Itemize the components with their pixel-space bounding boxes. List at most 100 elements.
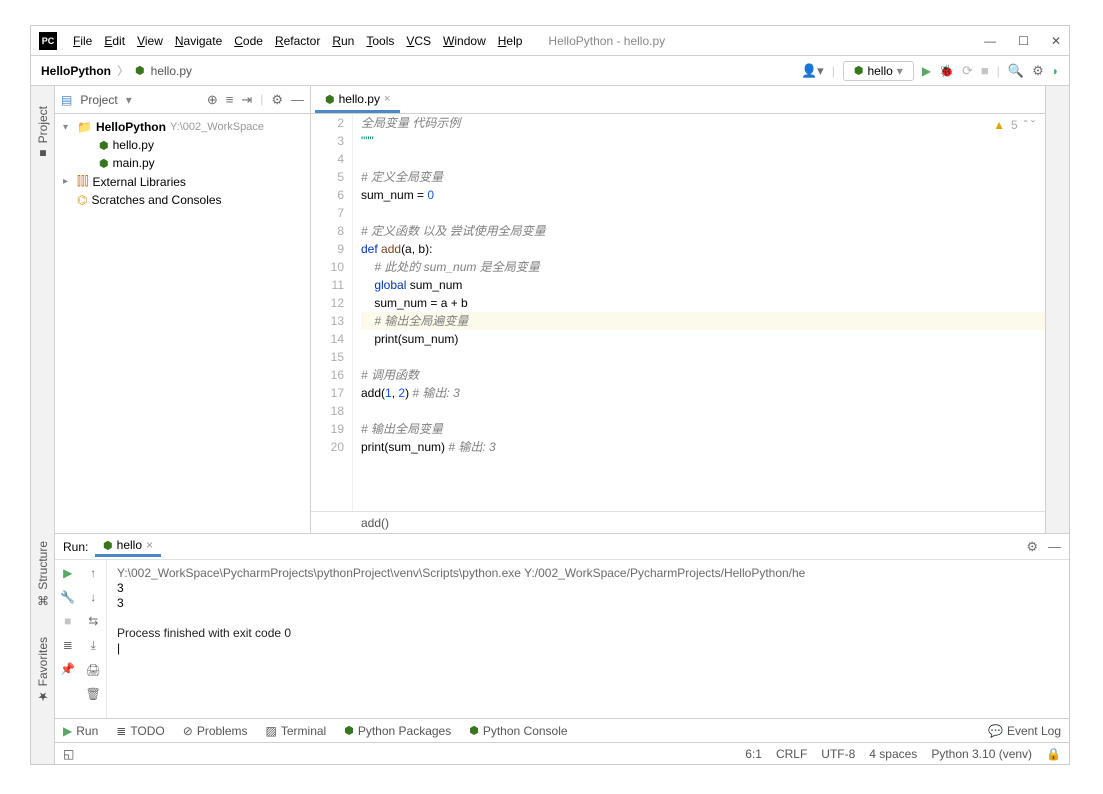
print-icon[interactable]: 🖨 [86,663,101,677]
menu-edit[interactable]: Edit [100,32,129,50]
close-icon[interactable]: ✕ [1051,34,1061,48]
menu-window[interactable]: Window [439,32,490,50]
code-line[interactable]: # 调用函数 [361,366,1045,384]
terminal-tool-button[interactable]: ▨Terminal [266,724,327,738]
search-icon[interactable]: 🔍 [1008,63,1024,79]
code-line[interactable]: sum_num = 0 [361,186,1045,204]
interpreter[interactable]: Python 3.10 (venv) [931,747,1032,761]
code-line[interactable]: print(sum_num) [361,330,1045,348]
coverage-button[interactable]: ⟳ [962,63,973,79]
project-tree[interactable]: ▾📁 HelloPython Y:\002_WorkSpace ⬢hello.p… [55,114,310,213]
pyconsole-tool-button[interactable]: ⬢Python Console [469,724,567,738]
right-tool-strip [1045,86,1069,533]
code-line[interactable]: # 此处的 sum_num 是全局变量 [361,258,1045,276]
line-separator[interactable]: CRLF [776,747,807,761]
caret-position[interactable]: 6:1 [745,747,762,761]
tree-root[interactable]: ▾📁 HelloPython Y:\002_WorkSpace [55,118,310,136]
code-line[interactable]: 全局变量 代码示例 [361,114,1045,132]
project-panel-title[interactable]: Project [80,93,117,107]
lock-icon[interactable]: 🔒 [1046,747,1061,761]
favorites-tool-button[interactable]: ★ Favorites [36,637,50,704]
tree-file[interactable]: ⬢main.py [55,154,310,172]
menu-refactor[interactable]: Refactor [271,32,324,50]
bottom-tool-strip: ▶Run ≣TODO ⊘Problems ▨Terminal ⬢Python P… [55,718,1069,742]
structure-tool-button[interactable]: ⌘ Structure [36,541,50,607]
run-button[interactable]: ▶ [922,64,931,78]
code-line[interactable]: # 定义函数 以及 尝试使用全局变量 [361,222,1045,240]
code-line[interactable]: """ [361,132,1045,150]
tree-external-libraries[interactable]: ▸⫿⫿⫿ External Libraries [55,172,310,191]
code-line[interactable] [361,204,1045,222]
run-tab[interactable]: ⬢hello × [95,536,161,557]
hide-icon[interactable]: — [1048,539,1061,555]
status-ws-icon[interactable]: ◱ [63,747,74,761]
menubar[interactable]: FileEditViewNavigateCodeRefactorRunTools… [69,32,526,50]
eventlog-tool-button[interactable]: 💬Event Log [988,724,1061,738]
code-line[interactable]: print(sum_num) # 输出: 3 [361,438,1045,456]
indent[interactable]: 4 spaces [869,747,917,761]
menu-help[interactable]: Help [494,32,527,50]
delete-icon[interactable]: 🗑 [86,687,101,701]
run-tool-window: Run: ⬢hello × ⚙ — ▶ 🔧 [55,533,1069,718]
warning-icon: ▲ [993,118,1005,132]
settings-icon[interactable]: ⚙ [1032,63,1044,79]
code-line[interactable] [361,402,1045,420]
code-line[interactable] [361,150,1045,168]
wrench-icon[interactable]: 🔧 [60,590,75,604]
code-editor[interactable]: ▲ 5 ˆ ˇ 234567891011121314151617181920 全… [311,114,1045,511]
maximize-icon[interactable]: ☐ [1018,34,1029,48]
gear-icon[interactable]: ⚙ [1026,539,1038,555]
tree-file[interactable]: ⬢hello.py [55,136,310,154]
breadcrumb-project[interactable]: HelloPython [41,64,111,78]
menu-view[interactable]: View [133,32,167,50]
user-icon[interactable]: 👤▾ [801,63,824,79]
project-view-icon: ▤ [61,93,72,107]
expand-icon[interactable]: ≡ [226,92,234,108]
menu-vcs[interactable]: VCS [402,32,435,50]
hide-icon[interactable]: — [291,92,304,108]
debug-button[interactable]: 🐞 [939,64,954,78]
down-icon[interactable]: ↓ [90,590,96,604]
locate-icon[interactable]: ⊕ [207,92,218,108]
up-icon[interactable]: ↑ [90,566,96,580]
packages-tool-button[interactable]: ⬢Python Packages [344,724,451,738]
code-line[interactable]: def add(a, b): [361,240,1045,258]
pin-icon[interactable]: 📌 [60,662,75,676]
close-tab-icon[interactable]: × [146,538,153,552]
file-encoding[interactable]: UTF-8 [821,747,855,761]
minimize-icon[interactable]: — [984,34,996,48]
menu-file[interactable]: File [69,32,96,50]
editor-tab[interactable]: ⬢ hello.py × [315,88,400,113]
layout-icon[interactable]: ≣ [63,638,73,652]
code-line[interactable]: # 输出全局遍变量 [361,312,1045,330]
problems-tool-button[interactable]: ⊘Problems [183,724,248,738]
code-line[interactable]: # 输出全局变量 [361,420,1045,438]
inspection-widget[interactable]: ▲ 5 ˆ ˇ [993,118,1035,132]
menu-navigate[interactable]: Navigate [171,32,226,50]
scroll-icon[interactable]: ⤓ [91,638,96,653]
ide-badge-icon[interactable]: ◗ [1052,64,1059,78]
run-tool-button[interactable]: ▶Run [63,724,98,738]
rerun-icon[interactable]: ▶ [63,566,72,580]
stop-button[interactable]: ■ [981,63,989,78]
gear-icon[interactable]: ⚙ [271,92,283,108]
code-line[interactable]: sum_num = a + b [361,294,1045,312]
editor-breadcrumb[interactable]: add() [311,511,1045,533]
code-line[interactable]: # 定义全局变量 [361,168,1045,186]
console-output[interactable]: Y:\002_WorkSpace\PycharmProjects\pythonP… [107,560,1069,718]
menu-code[interactable]: Code [230,32,267,50]
menu-tools[interactable]: Tools [362,32,398,50]
code-line[interactable]: add(1, 2) # 输出: 3 [361,384,1045,402]
softwrap-icon[interactable]: ⇆ [88,614,98,628]
close-tab-icon[interactable]: × [384,93,390,105]
run-config-selector[interactable]: ⬢hello▾ [843,61,914,81]
breadcrumb-file[interactable]: hello.py [151,64,192,78]
stop-icon[interactable]: ■ [64,614,71,628]
todo-tool-button[interactable]: ≣TODO [116,724,165,738]
menu-run[interactable]: Run [328,32,358,50]
collapse-icon[interactable]: ⇥ [241,92,252,108]
project-tool-button[interactable]: ■ Project [36,106,50,161]
code-line[interactable] [361,348,1045,366]
code-line[interactable]: global sum_num [361,276,1045,294]
tree-scratches[interactable]: ⌬ Scratches and Consoles [55,191,310,209]
